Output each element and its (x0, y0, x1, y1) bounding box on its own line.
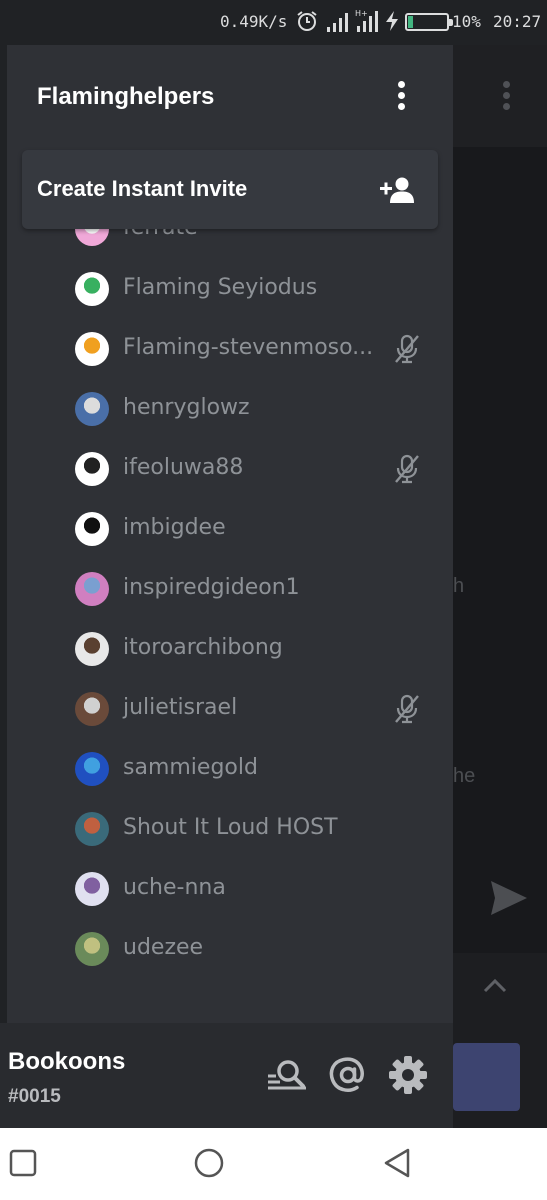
chat-text-fragment: he (453, 765, 476, 787)
back-button-icon[interactable] (380, 1146, 414, 1180)
avatar (75, 572, 109, 606)
member-row[interactable]: Flaming-stevenmoso... (7, 321, 453, 377)
member-name: Flaming Seyiodus (123, 275, 318, 300)
member-name: henryglowz (123, 395, 250, 420)
member-row[interactable]: Shout It Loud HOST (7, 801, 453, 857)
battery-percent: 10% (452, 12, 481, 31)
svg-text:H+: H+ (355, 9, 368, 18)
clock: 20:27 (493, 12, 542, 31)
member-row[interactable]: uche-nna (7, 861, 453, 917)
member-row[interactable]: Flaming Seyiodus (7, 261, 453, 317)
chat-more-icon[interactable] (499, 81, 513, 115)
create-invite-button[interactable]: Create Instant Invite (22, 150, 438, 229)
avatar (75, 872, 109, 906)
settings-gear-icon[interactable] (388, 1056, 428, 1094)
battery-icon (405, 13, 453, 31)
member-name: ferrate (123, 229, 198, 240)
member-name: sammiegold (123, 755, 258, 780)
search-icon[interactable] (266, 1056, 306, 1094)
kebab-menu-icon[interactable] (393, 81, 409, 117)
member-name: uche-nna (123, 875, 226, 900)
avatar (75, 512, 109, 546)
signal-icon (327, 13, 348, 32)
send-icon[interactable] (489, 879, 529, 917)
member-row[interactable]: ferrate (7, 229, 453, 257)
avatar (75, 272, 109, 306)
member-row[interactable]: julietisrael (7, 681, 453, 737)
member-row[interactable]: udezee (7, 921, 453, 977)
android-nav-bar (0, 1128, 547, 1200)
member-drawer: Flaminghelpers Create Instant Invite fer… (0, 45, 453, 1128)
mic-muted-icon (395, 454, 419, 484)
member-row[interactable]: ifeoluwa88 (7, 441, 453, 497)
recents-button-icon[interactable] (6, 1146, 40, 1180)
member-name: itoroarchibong (123, 635, 283, 660)
member-row[interactable]: sammiegold (7, 741, 453, 797)
home-button-icon[interactable] (192, 1146, 226, 1180)
avatar (75, 632, 109, 666)
charging-icon (386, 11, 398, 31)
avatar (75, 332, 109, 366)
avatar (75, 752, 109, 786)
avatar (75, 229, 109, 246)
alarm-icon (297, 11, 317, 31)
avatar (75, 392, 109, 426)
member-name: Shout It Loud HOST (123, 815, 338, 840)
user-panel: Bookoons #0015 (0, 1023, 453, 1128)
member-list[interactable]: ferrate Flaming Seyiodus Flaming-stevenmos… (7, 229, 453, 1023)
member-row[interactable]: itoroarchibong (7, 621, 453, 677)
avatar (75, 692, 109, 726)
avatar (75, 812, 109, 846)
guild-rail (0, 45, 7, 1128)
mic-muted-icon (395, 334, 419, 364)
chat-topbar (453, 45, 547, 147)
user-tag: #0015 (8, 1086, 61, 1107)
mic-muted-icon (395, 694, 419, 724)
server-name: Flaminghelpers (37, 83, 215, 110)
member-name: Flaming-stevenmoso... (123, 335, 374, 360)
member-row[interactable]: inspiredgideon1 (7, 561, 453, 617)
avatar (75, 932, 109, 966)
status-bar: 0.49K/s H+ 10% 20:27 (0, 0, 547, 45)
member-name: inspiredgideon1 (123, 575, 300, 600)
member-name: udezee (123, 935, 204, 960)
member-name: imbigdee (123, 515, 226, 540)
join-button[interactable] (453, 1043, 520, 1111)
chevron-up-icon[interactable] (481, 977, 509, 995)
mention-icon[interactable] (328, 1056, 368, 1094)
add-person-icon (380, 177, 414, 203)
avatar (75, 452, 109, 486)
chat-bottom-panel (453, 953, 547, 1128)
member-name: julietisrael (123, 695, 238, 720)
username[interactable]: Bookoons (8, 1048, 125, 1076)
network-speed: 0.49K/s (220, 12, 288, 31)
signal-4g-icon: H+ (355, 9, 378, 32)
server-header[interactable]: Flaminghelpers (7, 45, 453, 150)
member-row[interactable]: henryglowz (7, 381, 453, 437)
member-row[interactable]: imbigdee (7, 501, 453, 557)
member-name: ifeoluwa88 (123, 455, 244, 480)
background-chat: h he (453, 45, 547, 1128)
create-invite-label: Create Instant Invite (37, 176, 248, 201)
chat-text-fragment: h (453, 575, 465, 597)
